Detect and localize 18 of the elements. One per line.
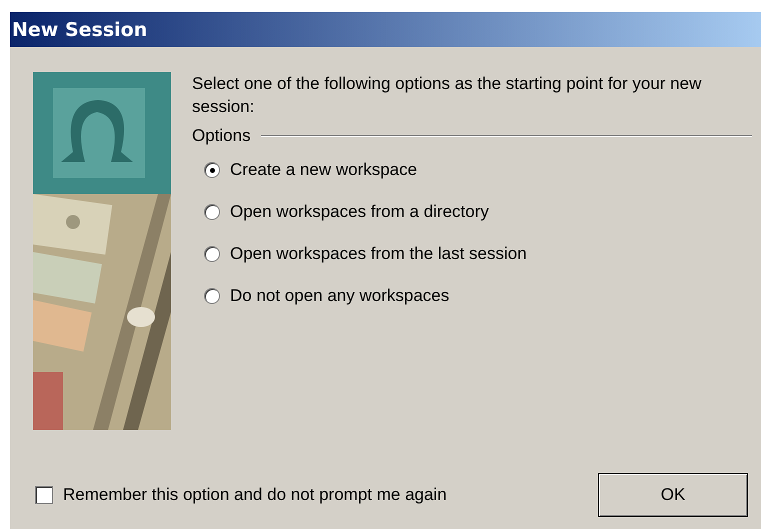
option-label: Create a new workspace [230, 160, 418, 180]
checkbox[interactable] [35, 486, 53, 504]
radio-button[interactable] [204, 204, 220, 220]
radio-button[interactable] [204, 288, 220, 304]
radio-option[interactable]: Do not open any workspaces [204, 284, 752, 308]
checkbox-label: Remember this option and do not prompt me again [63, 485, 447, 505]
radio-button[interactable] [204, 162, 220, 178]
radio-option[interactable]: Open workspaces from the last session [204, 242, 752, 266]
radio-button[interactable] [204, 246, 220, 262]
window-title: New Session [10, 12, 761, 47]
option-label: Open workspaces from a directory [230, 202, 489, 222]
instruction-text: Select one of the following options as the starting point for your new session: [192, 73, 702, 118]
option-label: Do not open any workspaces [230, 286, 450, 306]
radio-option[interactable]: Open workspaces from a directory [204, 200, 752, 224]
ok-button[interactable]: OK [598, 473, 748, 517]
group-label: Options [192, 126, 251, 146]
radio-option[interactable]: Create a new workspace [204, 158, 752, 182]
option-label: Open workspaces from the last session [230, 244, 527, 264]
